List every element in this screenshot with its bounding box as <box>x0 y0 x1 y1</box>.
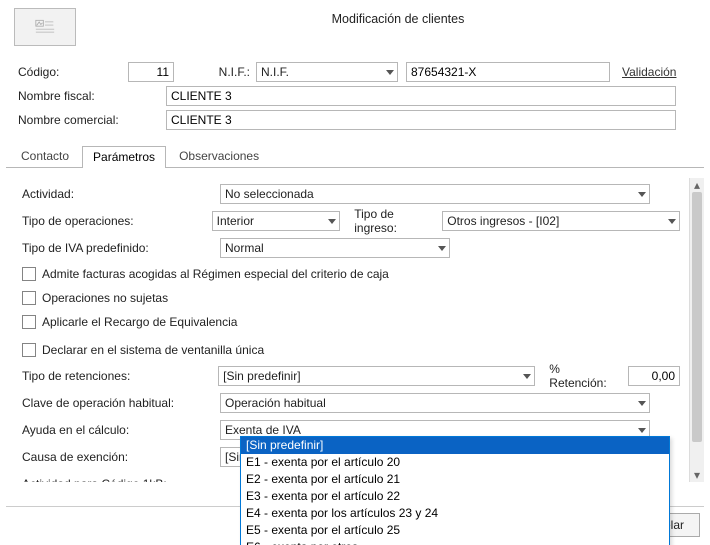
chk-ventanilla-label: Declarar en el sistema de ventanilla úni… <box>42 343 264 357</box>
chk-criterio-caja[interactable] <box>22 267 36 281</box>
causa-option[interactable]: E6 - exenta por otros <box>241 539 669 545</box>
chk-ventanilla[interactable] <box>22 343 36 357</box>
codigo-label: Código: <box>18 65 128 79</box>
scroll-down-arrow-icon[interactable]: ▾ <box>690 468 704 482</box>
causa-option[interactable]: [Sin predefinir] <box>241 437 669 454</box>
actividad-value: No seleccionada <box>225 187 314 201</box>
ayuda-value: Exenta de IVA <box>225 423 301 437</box>
validacion-link[interactable]: Validación <box>622 65 676 79</box>
page-title: Modificación de clientes <box>94 4 702 26</box>
tipo-op-combo[interactable]: Interior <box>212 211 341 231</box>
nif-type-combo[interactable]: N.I.F. <box>256 62 398 82</box>
ayuda-label: Ayuda en el cálculo: <box>22 423 220 437</box>
actividad-combo[interactable]: No seleccionada <box>220 184 650 204</box>
causa-label: Causa de exención: <box>22 450 220 464</box>
clave-value: Operación habitual <box>225 396 326 410</box>
tipo-iva-label: Tipo de IVA predefinido: <box>22 241 220 255</box>
scroll-up-arrow-icon[interactable]: ▴ <box>690 178 704 192</box>
tipo-ingreso-combo[interactable]: Otros ingresos - [I02] <box>442 211 680 231</box>
chk-no-sujetas[interactable] <box>22 291 36 305</box>
tipo-iva-combo[interactable]: Normal <box>220 238 450 258</box>
chevron-down-icon <box>518 367 534 385</box>
pct-label: % Retención: <box>549 362 620 390</box>
tab-contacto[interactable]: Contacto <box>10 145 80 167</box>
chk-criterio-caja-label: Admite facturas acogidas al Régimen espe… <box>42 267 389 281</box>
causa-option[interactable]: E2 - exenta por el artículo 21 <box>241 471 669 488</box>
causa-option[interactable]: E4 - exenta por los artículos 23 y 24 <box>241 505 669 522</box>
codigo-input[interactable] <box>128 62 174 82</box>
causa-option[interactable]: E1 - exenta por el artículo 20 <box>241 454 669 471</box>
tipo-op-label: Tipo de operaciones: <box>22 214 212 228</box>
nif-input[interactable] <box>406 62 610 82</box>
chevron-down-icon <box>663 212 679 230</box>
ret-value: [Sin predefinir] <box>223 369 300 383</box>
ret-label: Tipo de retenciones: <box>22 369 218 383</box>
clave-label: Clave de operación habitual: <box>22 396 220 410</box>
client-glyph-icon <box>14 8 76 46</box>
causa-dropdown-list[interactable]: [Sin predefinir] E1 - exenta por el artí… <box>240 436 670 545</box>
causa-option[interactable]: E5 - exenta por el artículo 25 <box>241 522 669 539</box>
nif-label: N.I.F.: <box>202 65 250 79</box>
tipo-iva-value: Normal <box>225 241 264 255</box>
tipo-op-value: Interior <box>217 214 254 228</box>
nombre-fiscal-label: Nombre fiscal: <box>18 89 166 103</box>
nombre-comercial-input[interactable] <box>166 110 676 130</box>
tipo-ingreso-label: Tipo de ingreso: <box>354 207 436 235</box>
nombre-fiscal-input[interactable] <box>166 86 676 106</box>
chevron-down-icon <box>381 63 397 81</box>
chevron-down-icon <box>633 394 649 412</box>
chk-recargo-label: Aplicarle el Recargo de Equivalencia <box>42 315 237 329</box>
chk-recargo[interactable] <box>22 315 36 329</box>
causa-option[interactable]: E3 - exenta por el artículo 22 <box>241 488 669 505</box>
clave-combo[interactable]: Operación habitual <box>220 393 650 413</box>
ret-combo[interactable]: [Sin predefinir] <box>218 366 535 386</box>
chk-no-sujetas-label: Operaciones no sujetas <box>42 291 168 305</box>
nombre-comercial-label: Nombre comercial: <box>18 113 166 127</box>
chevron-down-icon <box>323 212 339 230</box>
chevron-down-icon <box>433 239 449 257</box>
scroll-thumb[interactable] <box>692 192 702 442</box>
tabs: Contacto Parámetros Observaciones <box>6 146 704 168</box>
act-1kb-label: Actividad para Código 1kB: <box>22 477 220 482</box>
pct-input[interactable] <box>628 366 680 386</box>
chevron-down-icon <box>633 185 649 203</box>
nif-type-value: N.I.F. <box>261 65 289 79</box>
panel-scrollbar[interactable]: ▴ ▾ <box>689 178 704 482</box>
tab-observaciones[interactable]: Observaciones <box>168 145 270 167</box>
tab-parametros[interactable]: Parámetros <box>82 146 166 168</box>
actividad-label: Actividad: <box>22 187 220 201</box>
tipo-ingreso-value: Otros ingresos - [I02] <box>447 214 559 228</box>
